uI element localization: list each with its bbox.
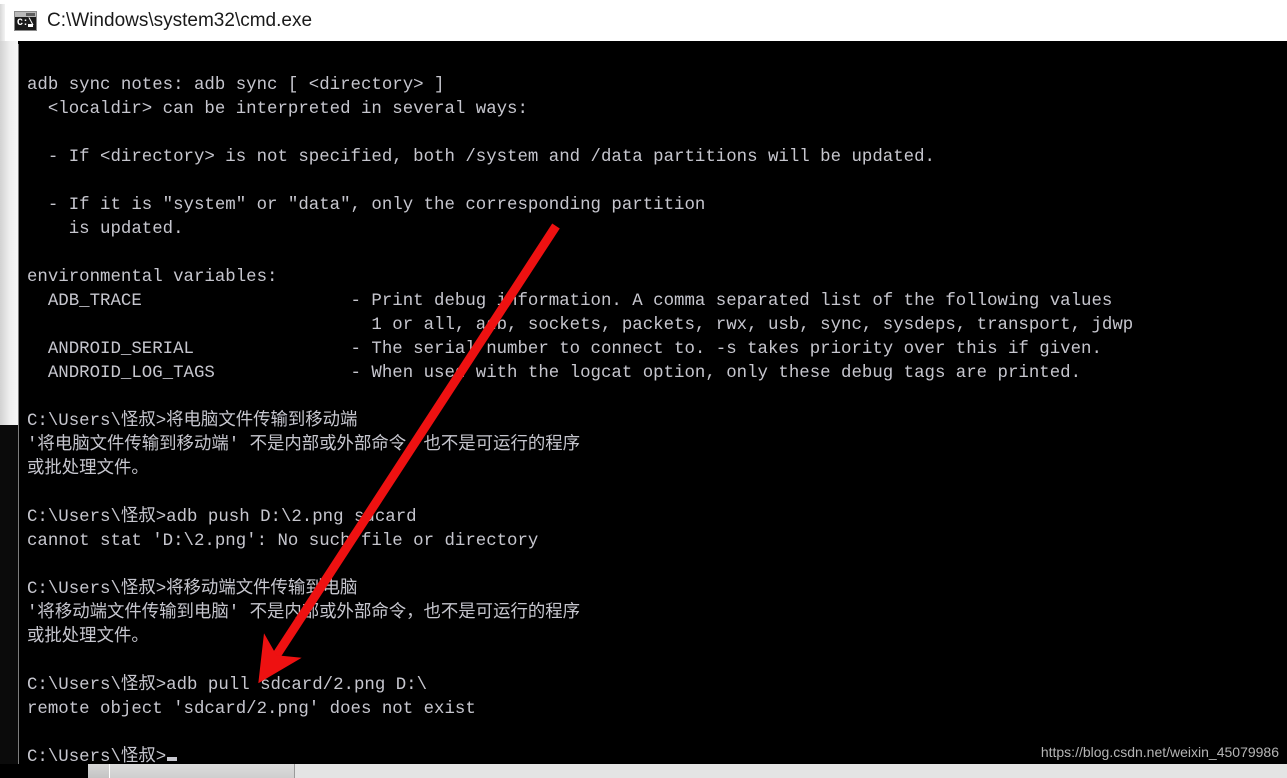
title-bar[interactable]: C:\ C:\Windows\system32\cmd.exe bbox=[0, 0, 1287, 41]
console-line: ANDROID_LOG_TAGS - When used with the lo… bbox=[27, 364, 1082, 383]
window-left-edge bbox=[0, 4, 5, 41]
console-line: <localdir> can be interpreted in several… bbox=[27, 100, 528, 119]
console-line: is updated. bbox=[27, 220, 184, 239]
horizontal-scrollbar[interactable] bbox=[0, 764, 1287, 778]
console-line: - If <directory> is not specified, both … bbox=[27, 148, 935, 167]
console-line: ADB_TRACE - Print debug information. A c… bbox=[27, 292, 1113, 311]
console-line: 或批处理文件。 bbox=[27, 628, 149, 647]
scrollbar-left-button[interactable] bbox=[88, 764, 110, 778]
console-line: C:\Users\怪叔>将移动端文件传输到电脑 bbox=[27, 580, 358, 599]
cmd-window: C:\ C:\Windows\system32\cmd.exe adb sync… bbox=[0, 0, 1287, 778]
console-viewport[interactable]: adb sync notes: adb sync [ <directory> ]… bbox=[18, 44, 1287, 767]
console-line: C:\Users\怪叔>adb push D:\2.png sdcard bbox=[27, 508, 417, 527]
icon-cursor-glyph bbox=[28, 23, 33, 27]
scrollbar-left-cap bbox=[0, 764, 88, 778]
console-line: - If it is "system" or "data", only the … bbox=[27, 196, 706, 215]
console-line: C:\Users\怪叔>将电脑文件传输到移动端 bbox=[27, 412, 358, 431]
icon-titlebar-strip bbox=[15, 11, 36, 17]
scrollbar-track[interactable] bbox=[295, 764, 1287, 778]
console-line: ANDROID_SERIAL - The serial number to co… bbox=[27, 340, 1102, 359]
console-line: '将电脑文件传输到移动端' 不是内部或外部命令，也不是可运行的程序 bbox=[27, 436, 581, 455]
window-frame-strip-upper bbox=[0, 41, 18, 425]
blog-watermark: https://blog.csdn.net/weixin_45079986 bbox=[1040, 744, 1279, 760]
console-line: remote object 'sdcard/2.png' does not ex… bbox=[27, 700, 476, 719]
window-frame-strip-lower bbox=[0, 425, 18, 764]
console-line: environmental variables: bbox=[27, 268, 278, 287]
console-line: adb sync notes: adb sync [ <directory> ] bbox=[27, 76, 445, 95]
console-output: adb sync notes: adb sync [ <directory> ]… bbox=[27, 74, 1287, 770]
console-line: 或批处理文件。 bbox=[27, 460, 149, 479]
window-title: C:\Windows\system32\cmd.exe bbox=[47, 9, 313, 31]
console-line: '将移动端文件传输到电脑' 不是内部或外部命令，也不是可运行的程序 bbox=[27, 604, 581, 623]
console-line: cannot stat 'D:\2.png': No such file or … bbox=[27, 532, 539, 551]
horizontal-scroll-thumb[interactable] bbox=[110, 764, 295, 778]
cmd-console-icon: C:\ bbox=[14, 10, 37, 31]
console-cursor bbox=[167, 757, 178, 761]
console-line: 1 or all, adb, sockets, packets, rwx, us… bbox=[27, 316, 1134, 335]
console-line: C:\Users\怪叔>adb pull sdcard/2.png D:\ bbox=[27, 676, 428, 695]
